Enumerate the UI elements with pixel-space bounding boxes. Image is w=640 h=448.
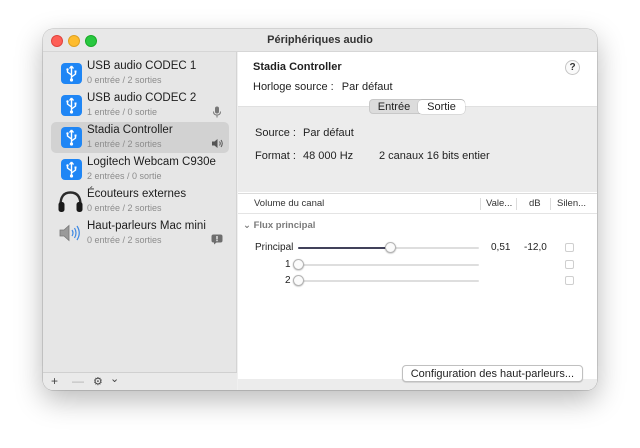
usb-icon <box>61 159 82 180</box>
gear-icon[interactable]: ⚙ <box>93 375 103 388</box>
device-title: Stadia Controller <box>253 61 342 73</box>
source-label: Source : <box>255 127 296 139</box>
column-header-volume[interactable]: Volume du canal <box>254 194 324 214</box>
volume-slider-knob[interactable] <box>385 242 397 253</box>
device-name: Logitech Webcam C930e <box>87 156 216 168</box>
device-item[interactable]: Écouteurs externes 0 entrée / 2 sorties <box>51 186 229 217</box>
volume-slider-fill <box>298 247 391 249</box>
audio-devices-window: Périphériques audio USB audio CODEC 1 0 … <box>43 29 597 390</box>
headphones-icon <box>57 190 84 214</box>
title-bar: Périphériques audio <box>43 29 597 52</box>
volume-slider-knob[interactable] <box>293 275 304 286</box>
source-row: Source : Par défaut <box>255 127 354 139</box>
format-channels[interactable]: 2 canaux 16 bits entier <box>379 150 490 162</box>
chevron-down-icon[interactable]: ⌄ <box>110 372 119 385</box>
channel-label: Principal <box>255 242 294 253</box>
source-value[interactable]: Par défaut <box>303 127 354 139</box>
alert-icon <box>211 234 223 245</box>
chevron-down-icon: ⌄ <box>243 220 251 231</box>
channel-label: 1 <box>285 259 291 270</box>
stream-settings-area <box>238 106 597 192</box>
help-button[interactable]: ? <box>565 60 580 75</box>
channel-volume-table: Volume du canal Vale... dB Silen... ⌄ Fl… <box>238 193 597 379</box>
usb-icon <box>61 63 82 84</box>
device-io-summary: 1 entrée / 2 sorties <box>87 139 162 149</box>
volume-db: -12,0 <box>524 242 547 253</box>
device-io-summary: 0 entrée / 2 sorties <box>87 75 162 85</box>
usb-icon <box>61 95 82 116</box>
channel-label: 2 <box>285 275 291 286</box>
tab-entree[interactable]: Entrée <box>370 100 418 114</box>
volume-slider-knob[interactable] <box>293 259 304 270</box>
device-io-summary: 0 entrée / 2 sorties <box>87 203 162 213</box>
microphone-icon <box>211 106 223 118</box>
clock-source-value[interactable]: Par défaut <box>342 81 393 93</box>
device-name: Haut-parleurs Mac mini <box>87 220 206 232</box>
device-item-selected[interactable]: Stadia Controller 1 entrée / 2 sorties <box>51 122 229 153</box>
device-name: Écouteurs externes <box>87 188 187 200</box>
column-divider <box>516 198 517 210</box>
device-item[interactable]: USB audio CODEC 2 1 entrée / 0 sortie <box>51 90 229 121</box>
column-divider <box>480 198 481 210</box>
group-label: Flux principal <box>253 220 316 231</box>
speaker-icon <box>57 223 83 243</box>
device-io-summary: 1 entrée / 0 sortie <box>87 107 158 117</box>
device-name: USB audio CODEC 2 <box>87 92 197 104</box>
device-sidebar: USB audio CODEC 1 0 entrée / 2 sorties U… <box>43 52 237 390</box>
speaker-icon <box>211 138 223 149</box>
device-details-panel: Stadia Controller ? Horloge source : Par… <box>238 52 597 390</box>
format-row: Format : 48 000 Hz <box>255 150 353 162</box>
volume-slider[interactable] <box>293 275 479 286</box>
remove-device-button[interactable]: — <box>72 374 84 388</box>
configure-speakers-button[interactable]: Configuration des haut-parleurs... <box>401 365 583 382</box>
clock-source-label: Horloge source : <box>253 81 334 93</box>
device-name: USB audio CODEC 1 <box>87 60 197 72</box>
sidebar-toolbar: + — ⚙ ⌄ <box>43 372 237 390</box>
device-item[interactable]: Haut-parleurs Mac mini 0 entrée / 2 sort… <box>51 218 229 249</box>
device-name: Stadia Controller <box>87 124 173 136</box>
column-header-value[interactable]: Vale... <box>486 194 512 214</box>
device-item[interactable]: Logitech Webcam C930e 2 entrées / 0 sort… <box>51 154 229 185</box>
volume-slider[interactable] <box>298 242 479 253</box>
volume-value: 0,51 <box>491 242 511 253</box>
column-header-mute[interactable]: Silen... <box>557 194 586 214</box>
format-value[interactable]: 48 000 Hz <box>303 150 353 162</box>
clock-source: Horloge source : Par défaut <box>253 81 393 93</box>
mute-checkbox[interactable] <box>565 276 574 285</box>
column-divider <box>550 198 551 210</box>
input-output-tabs: Entrée Sortie <box>369 99 465 114</box>
add-device-button[interactable]: + <box>51 374 58 388</box>
usb-icon <box>61 127 82 148</box>
column-header-db[interactable]: dB <box>529 194 541 214</box>
device-io-summary: 0 entrée / 2 sorties <box>87 235 162 245</box>
device-io-summary: 2 entrées / 0 sortie <box>87 171 162 181</box>
format-label: Format : <box>255 150 296 162</box>
mute-checkbox[interactable] <box>565 260 574 269</box>
window-title: Périphériques audio <box>267 34 373 46</box>
mute-checkbox[interactable] <box>565 243 574 252</box>
volume-slider[interactable] <box>293 259 479 270</box>
device-item[interactable]: USB audio CODEC 1 0 entrée / 2 sorties <box>51 58 229 89</box>
tab-sortie[interactable]: Sortie <box>418 100 465 114</box>
group-flux-principal[interactable]: ⌄ Flux principal <box>243 220 315 231</box>
